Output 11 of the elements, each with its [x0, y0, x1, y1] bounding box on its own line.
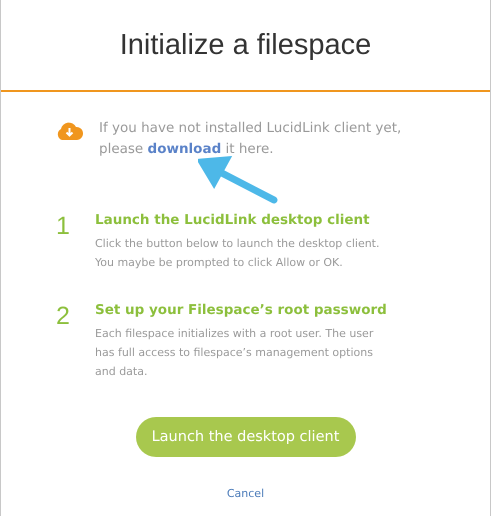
cloud-download-icon	[56, 121, 83, 141]
cancel-link[interactable]: Cancel	[226, 487, 264, 500]
step-title: Set up your Filespace’s root password	[95, 302, 388, 318]
step-title: Launch the LucidLink desktop client	[95, 212, 371, 228]
step-description: Click the button below to launch the desktop client. You maybe be prompted to click Allow or OK.	[95, 236, 380, 271]
step-number: 2	[56, 302, 71, 332]
dialog-title: Initialize a filespace	[120, 28, 372, 62]
step-description: Each filespace initializes with a root user. The user has full access to filespace’s management options and data.	[95, 326, 374, 380]
step-number: 1	[56, 212, 71, 242]
install-notice: If you have not installed LucidLink client yet, please download it here.	[99, 119, 402, 159]
download-link[interactable]: download	[148, 141, 222, 157]
